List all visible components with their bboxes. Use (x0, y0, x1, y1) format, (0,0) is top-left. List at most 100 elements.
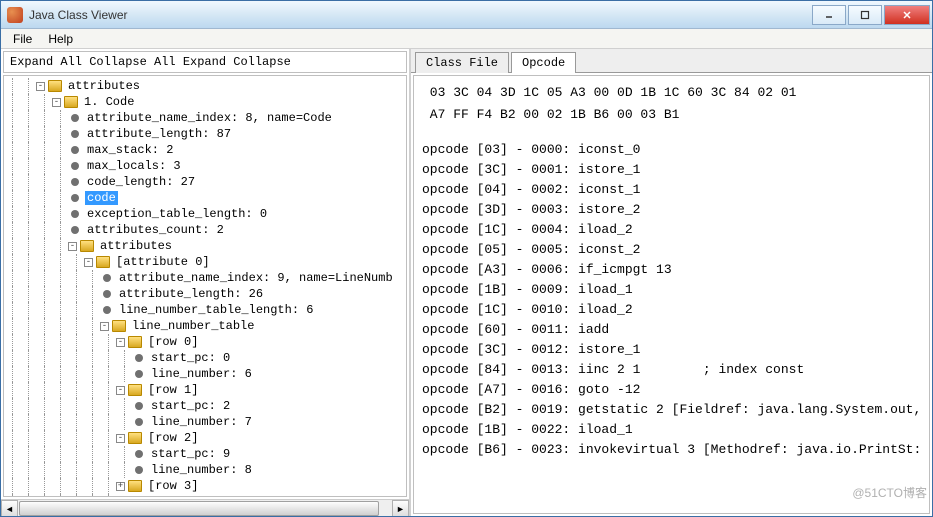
right-panel: Class File Opcode 03 3C 04 3D 1C 05 A3 0… (411, 49, 932, 516)
folder-icon (128, 384, 142, 396)
tree-row[interactable]: - attributes (4, 238, 406, 254)
tree-row[interactable]: + [row 3] (4, 478, 406, 494)
left-panel: Expand All Collapse All Expand Collapse … (1, 49, 411, 516)
tree-node-label[interactable]: code_length: 27 (85, 175, 197, 189)
tree-row[interactable]: +[row 4] (4, 494, 406, 497)
tree-row[interactable]: code (4, 190, 406, 206)
tree-node-label[interactable]: line_number_table_length: 6 (117, 303, 315, 317)
tree-row[interactable]: start_pc: 0 (4, 350, 406, 366)
tree-row[interactable]: start_pc: 9 (4, 446, 406, 462)
tab-bar: Class File Opcode (411, 49, 932, 73)
leaf-icon (103, 274, 111, 282)
opcode-content[interactable]: 03 3C 04 3D 1C 05 A3 00 0D 1B 1C 60 3C 8… (413, 75, 930, 514)
tree-row[interactable]: attribute_name_index: 8, name=Code (4, 110, 406, 126)
leaf-icon (71, 178, 79, 186)
tree-node-label[interactable]: [row 4] (146, 495, 200, 497)
tab-class-file[interactable]: Class File (415, 52, 509, 73)
tree-node-label[interactable]: line_number: 8 (149, 463, 254, 477)
tree-row[interactable]: line_number: 6 (4, 366, 406, 382)
main-area: Expand All Collapse All Expand Collapse … (1, 49, 932, 516)
leaf-icon (71, 146, 79, 154)
tree-row[interactable]: - [attribute 0] (4, 254, 406, 270)
tree-node-label[interactable]: attributes (98, 239, 174, 253)
close-button[interactable] (884, 5, 930, 25)
tree-row[interactable]: - 1. Code (4, 94, 406, 110)
leaf-icon (71, 210, 79, 218)
tree-node-label[interactable]: [row 0] (146, 335, 200, 349)
tree-node-label[interactable]: attribute_name_index: 8, name=Code (85, 111, 334, 125)
collapse-icon[interactable]: - (116, 386, 125, 395)
tree-row[interactable]: exception_table_length: 0 (4, 206, 406, 222)
collapse-icon[interactable]: - (36, 82, 45, 91)
collapse-icon[interactable]: - (116, 338, 125, 347)
collapse-icon[interactable]: - (84, 258, 93, 267)
leaf-icon (71, 162, 79, 170)
tree-row[interactable]: attributes_count: 2 (4, 222, 406, 238)
tree-node-label[interactable]: 1. Code (82, 95, 136, 109)
tree-node-label[interactable]: attribute_name_index: 9, name=LineNumb (117, 271, 395, 285)
collapse-icon[interactable]: - (68, 242, 77, 251)
tree-row[interactable]: attribute_length: 26 (4, 286, 406, 302)
tree-row[interactable]: line_number_table_length: 6 (4, 302, 406, 318)
collapse-icon[interactable]: - (100, 322, 109, 331)
tree-row[interactable]: attribute_length: 87 (4, 126, 406, 142)
tree-node-label[interactable]: line_number: 6 (149, 367, 254, 381)
tree-node-label[interactable]: attributes_count: 2 (85, 223, 226, 237)
tree-row[interactable]: start_pc: 2 (4, 398, 406, 414)
tree-node-label[interactable]: start_pc: 9 (149, 447, 232, 461)
collapse-icon[interactable]: - (116, 434, 125, 443)
titlebar[interactable]: Java Class Viewer (1, 1, 932, 29)
menu-help[interactable]: Help (40, 30, 81, 48)
tree-node-label[interactable]: max_locals: 3 (85, 159, 183, 173)
minimize-button[interactable] (812, 5, 846, 25)
tab-opcode[interactable]: Opcode (511, 52, 576, 73)
tree-container[interactable]: -attributes-1. Codeattribute_name_index:… (3, 75, 407, 497)
tree-node-label[interactable]: attributes (66, 79, 142, 93)
tree-node-label[interactable]: [row 3] (146, 479, 200, 493)
scroll-track[interactable] (18, 500, 392, 516)
scroll-thumb[interactable] (19, 501, 379, 516)
tree-row[interactable]: - attributes (4, 78, 406, 94)
tree-node-label[interactable]: [row 1] (146, 383, 200, 397)
leaf-icon (135, 354, 143, 362)
collapse-icon[interactable]: - (52, 98, 61, 107)
tree-row[interactable]: line_number: 8 (4, 462, 406, 478)
tree-row[interactable]: attribute_name_index: 9, name=LineNumb (4, 270, 406, 286)
leaf-icon (135, 370, 143, 378)
tree-node-label[interactable]: start_pc: 0 (149, 351, 232, 365)
menu-file[interactable]: File (5, 30, 40, 48)
tree-node-label[interactable]: line_number_table (130, 319, 256, 333)
leaf-icon (103, 306, 111, 314)
tree-node-label[interactable]: [row 2] (146, 431, 200, 445)
tree-row[interactable]: - line_number_table (4, 318, 406, 334)
leaf-icon (135, 402, 143, 410)
tree-node-label[interactable]: line_number: 7 (149, 415, 254, 429)
tree-row[interactable]: code_length: 27 (4, 174, 406, 190)
left-horizontal-scrollbar[interactable]: ◄ ► (1, 499, 409, 516)
scroll-right-button[interactable]: ► (392, 500, 409, 516)
tree-node-label[interactable]: [attribute 0] (114, 255, 212, 269)
maximize-button[interactable] (848, 5, 882, 25)
tree-node-label[interactable]: attribute_length: 26 (117, 287, 265, 301)
tree-row[interactable]: line_number: 7 (4, 414, 406, 430)
toolbar-text: Expand All Collapse All Expand Collapse (10, 55, 291, 69)
expand-icon[interactable]: + (116, 482, 125, 491)
tree-node-label[interactable]: start_pc: 2 (149, 399, 232, 413)
tree-node-label[interactable]: max_stack: 2 (85, 143, 175, 157)
tree-node-label[interactable]: exception_table_length: 0 (85, 207, 269, 221)
tree-row[interactable]: - [row 0] (4, 334, 406, 350)
tree-row[interactable]: - [row 1] (4, 382, 406, 398)
scroll-left-button[interactable]: ◄ (1, 500, 18, 516)
tree-row[interactable]: max_stack: 2 (4, 142, 406, 158)
tree-toolbar[interactable]: Expand All Collapse All Expand Collapse (3, 51, 407, 73)
tree-row[interactable]: max_locals: 3 (4, 158, 406, 174)
tree-node-label[interactable]: code (85, 191, 118, 205)
class-tree: -attributes-1. Codeattribute_name_index:… (4, 76, 406, 497)
app-window: Java Class Viewer File Help Expand All C… (0, 0, 933, 517)
leaf-icon (71, 194, 79, 202)
tree-row[interactable]: - [row 2] (4, 430, 406, 446)
menubar: File Help (1, 29, 932, 49)
java-icon (7, 7, 23, 23)
folder-icon (112, 320, 126, 332)
tree-node-label[interactable]: attribute_length: 87 (85, 127, 233, 141)
